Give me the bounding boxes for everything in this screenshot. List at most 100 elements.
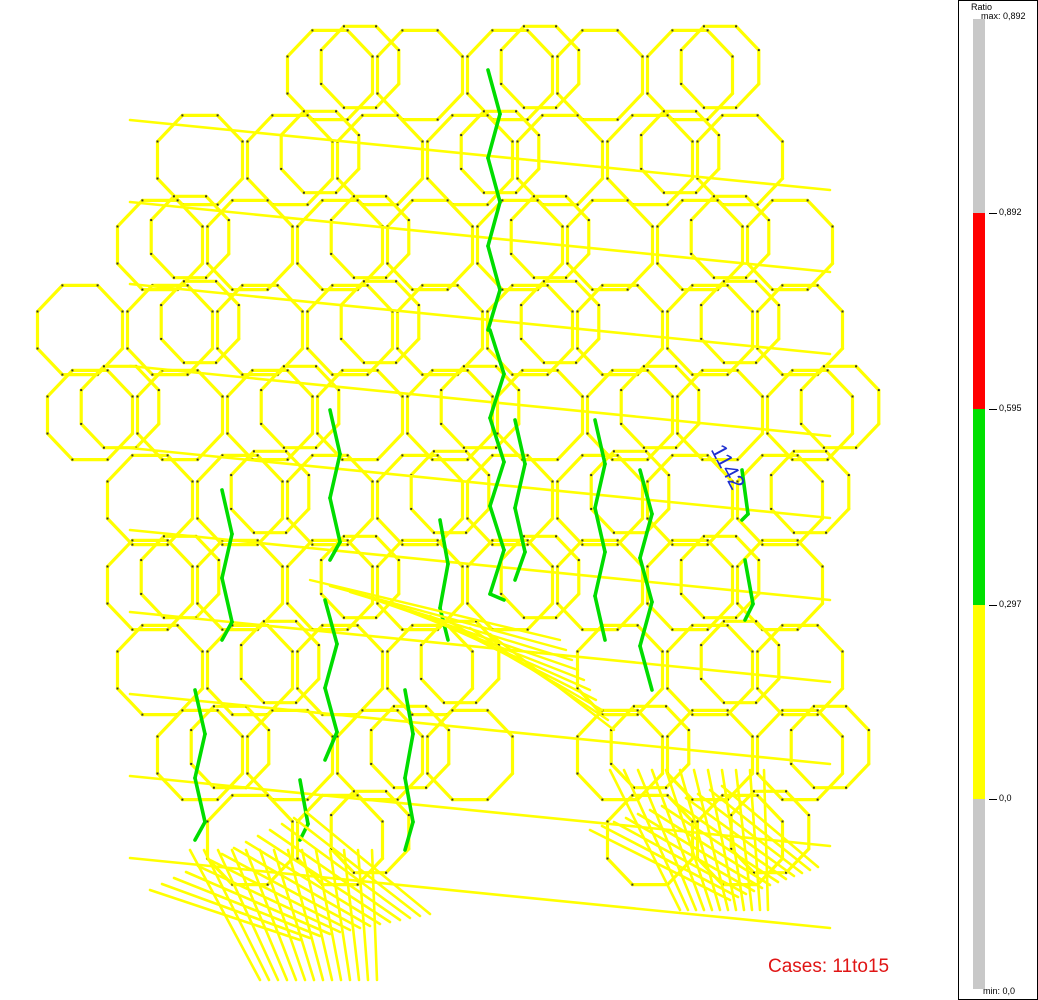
lattice-node: [576, 772, 579, 775]
lattice-node: [691, 140, 694, 143]
lattice-node: [662, 110, 665, 113]
lattice-node: [491, 29, 494, 32]
lattice-node: [346, 543, 349, 546]
lattice-member: [635, 283, 665, 314]
lattice-node: [691, 709, 694, 712]
lattice-member: [155, 113, 184, 144]
lattice-node: [246, 735, 249, 738]
lattice-node: [556, 55, 559, 58]
lattice-node: [212, 705, 215, 708]
lattice-node: [420, 677, 423, 680]
lattice-node: [341, 458, 344, 461]
lattice-node: [510, 252, 513, 255]
lattice-node: [841, 735, 844, 738]
lattice-node: [182, 280, 185, 283]
lattice-node: [116, 225, 119, 228]
lattice-node: [216, 114, 219, 117]
lattice-node: [632, 705, 635, 708]
lattice-node: [640, 167, 643, 170]
lattice-node: [695, 110, 698, 113]
lattice-node: [186, 284, 189, 287]
lattice-node: [375, 616, 378, 619]
lattice-node: [671, 539, 674, 542]
lattice-node: [606, 820, 609, 823]
lattice-node: [461, 565, 464, 568]
lattice-node: [280, 167, 283, 170]
lattice-node: [162, 535, 165, 538]
lattice-node: [376, 602, 379, 605]
lattice-node: [726, 713, 729, 716]
lattice-node: [286, 602, 289, 605]
lattice-node: [521, 369, 524, 372]
lattice-node: [746, 225, 749, 228]
lattice-node: [356, 624, 359, 627]
lattice-member: [239, 677, 266, 705]
lattice-node: [581, 539, 584, 542]
lattice-node: [286, 517, 289, 520]
lattice-node: [401, 29, 404, 32]
lattice-node: [616, 539, 619, 542]
lattice-node: [442, 701, 445, 704]
lattice-node: [646, 602, 649, 605]
lattice-node: [755, 280, 758, 283]
lattice-node: [166, 539, 169, 542]
lattice-node: [576, 203, 579, 206]
lattice-member: [615, 28, 645, 59]
lattice-node: [816, 284, 819, 287]
lattice-node: [256, 539, 259, 542]
lattice-node: [591, 288, 594, 291]
lattice-member: [824, 449, 851, 477]
lattice-node: [466, 55, 469, 58]
lattice-node: [735, 106, 738, 109]
lattice-node: [241, 284, 244, 287]
lattice-node: [816, 798, 819, 801]
lattice-node: [330, 814, 333, 817]
lattice-node: [321, 288, 324, 291]
lattice-node: [611, 369, 614, 372]
lattice-node: [611, 458, 614, 461]
lattice-node: [706, 628, 709, 631]
lattice-node: [642, 446, 645, 449]
structure-viewport[interactable]: 1142 Cases: 11to15: [0, 0, 955, 1000]
lattice-node: [816, 713, 819, 716]
lattice-node: [36, 310, 39, 313]
lattice-node: [411, 199, 414, 202]
lattice-member: [486, 156, 502, 204]
lattice-node: [722, 280, 725, 283]
lattice-node: [500, 592, 503, 595]
lattice-node: [671, 454, 674, 457]
lattice-node: [376, 92, 379, 95]
lattice-node: [401, 628, 404, 631]
lattice-member: [279, 167, 306, 195]
lattice-member: [575, 771, 605, 802]
lattice-member: [128, 528, 832, 602]
lattice-member: [115, 686, 144, 717]
lattice-node: [160, 337, 163, 340]
lattice-node: [346, 454, 349, 457]
lattice-node: [700, 644, 703, 647]
lattice-node: [396, 709, 399, 712]
lattice-node: [770, 507, 773, 510]
lattice-node: [771, 288, 774, 291]
lattice-node: [282, 365, 285, 368]
lattice-node: [526, 539, 529, 542]
lattice-node: [491, 395, 494, 398]
lattice-node: [495, 446, 498, 449]
lattice-node: [421, 373, 424, 376]
lattice-node: [231, 713, 234, 716]
lattice-node: [376, 517, 379, 520]
lattice-node: [656, 225, 659, 228]
lattice-node: [346, 539, 349, 542]
lattice-node: [371, 480, 374, 483]
lattice-member: [486, 771, 515, 802]
lattice-node: [431, 458, 434, 461]
lattice-node: [666, 310, 669, 313]
lattice-node: [591, 199, 594, 202]
lattice-node: [302, 110, 305, 113]
lattice-node: [215, 280, 218, 283]
lattice-node: [256, 454, 259, 457]
lattice-node: [590, 474, 593, 477]
lattice-node: [511, 373, 514, 376]
lattice-node: [396, 798, 399, 801]
lattice-node: [217, 559, 220, 562]
